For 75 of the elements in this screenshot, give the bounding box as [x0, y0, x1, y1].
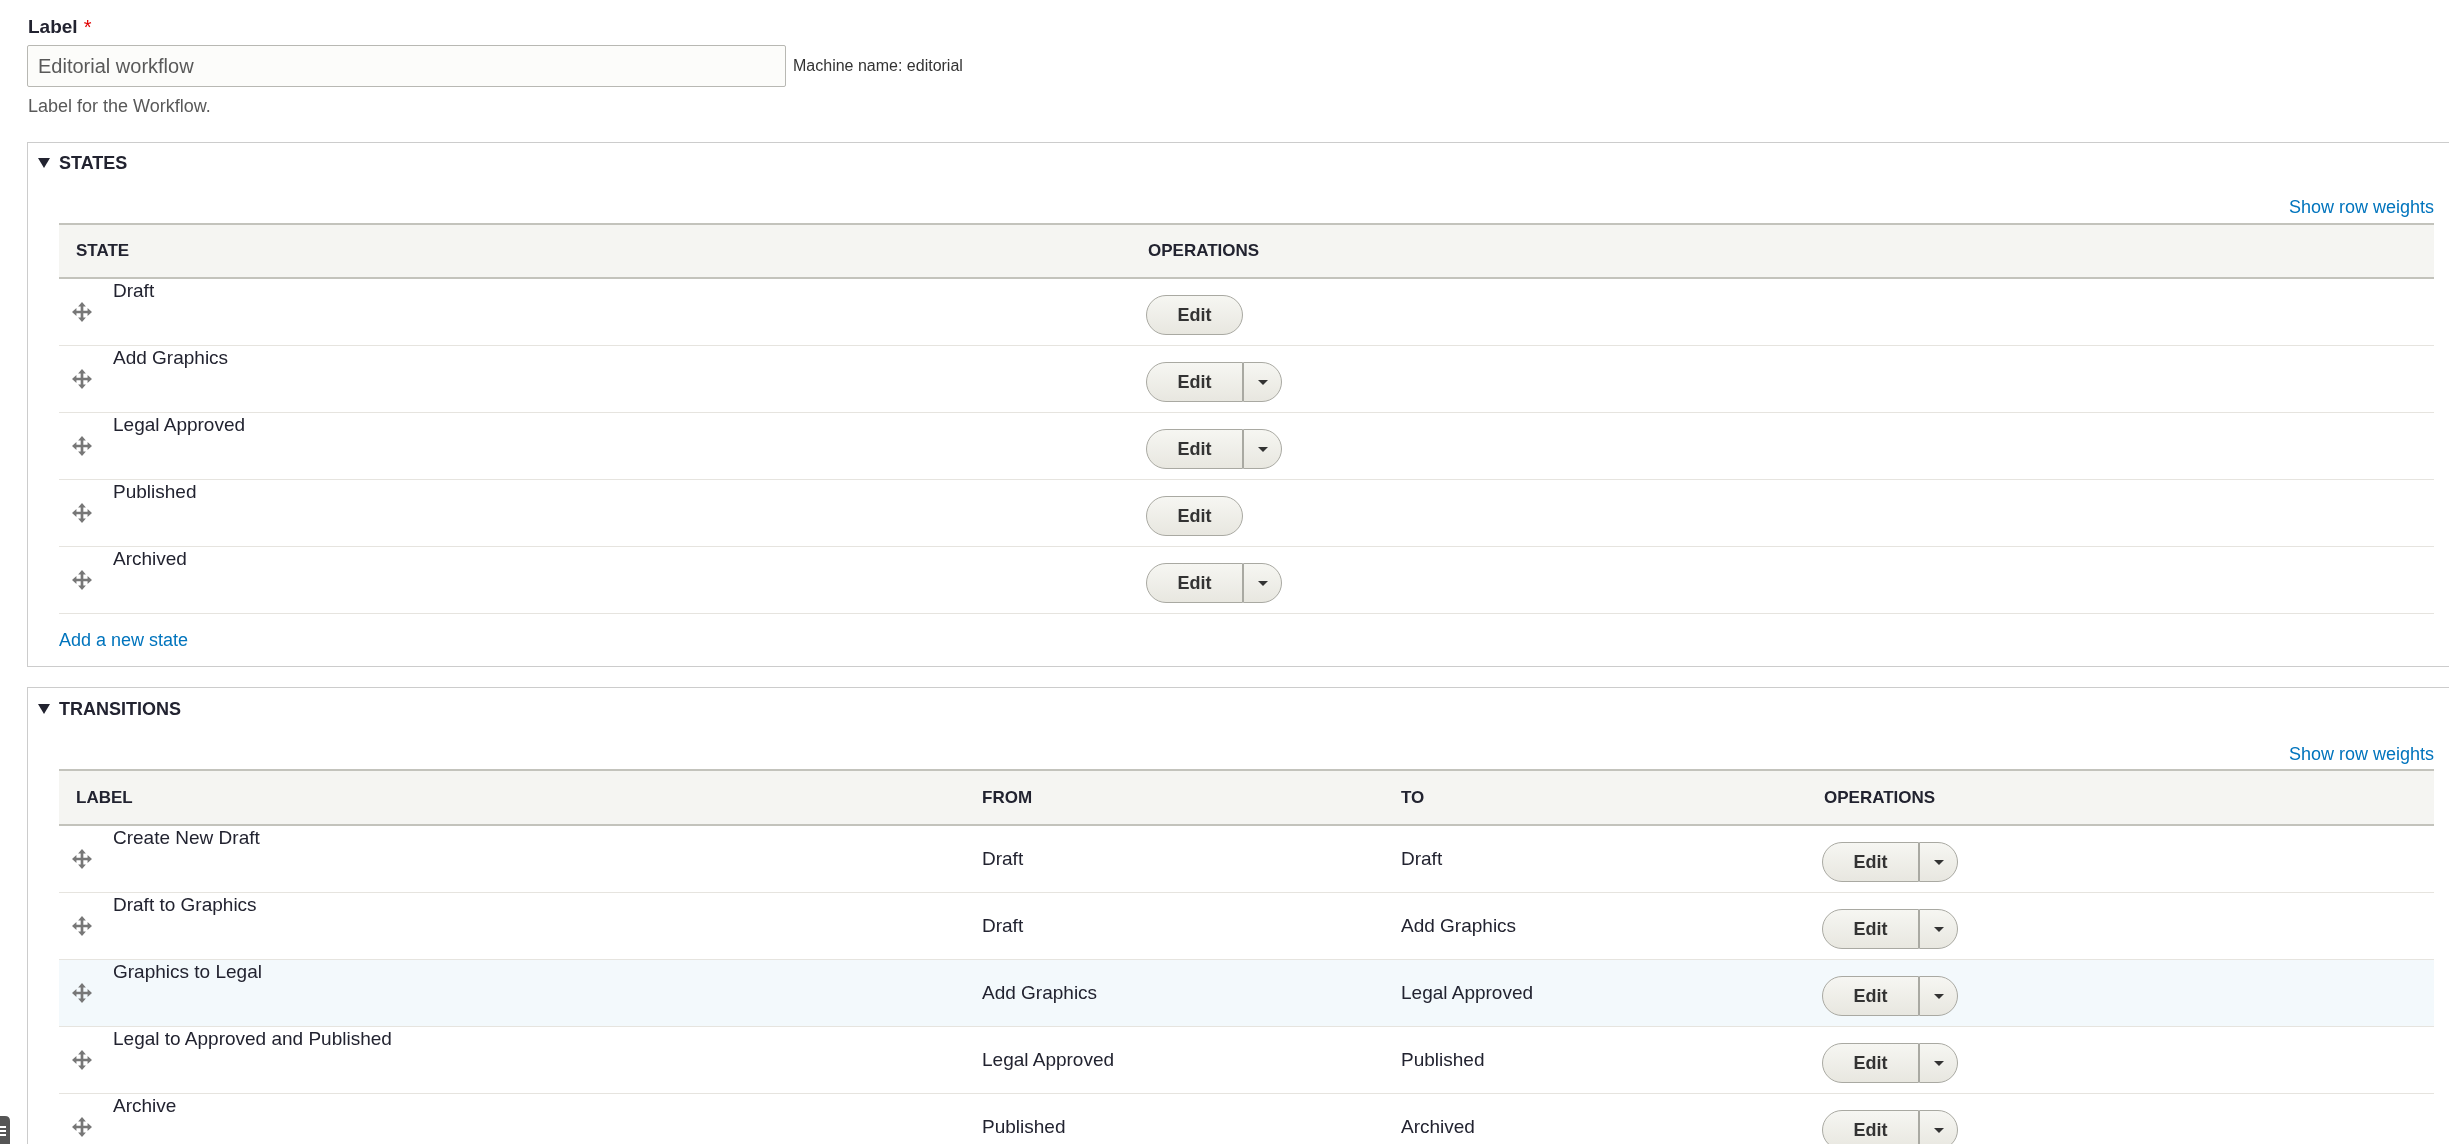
edit-button[interactable]: Edit [1822, 1110, 1919, 1144]
column-header: OPERATIONS [1824, 787, 1936, 807]
edit-button[interactable]: Edit [1146, 563, 1243, 603]
dropdown-toggle[interactable] [1919, 976, 1958, 1016]
to-state: Add Graphics [1401, 914, 1517, 938]
to-state: Legal Approved [1401, 981, 1534, 1005]
edit-button[interactable]: Edit [1822, 842, 1919, 882]
field-label: Label [28, 15, 78, 39]
caret-down-icon [1257, 379, 1268, 385]
column-header: OPERATIONS [1148, 241, 1260, 261]
edit-button[interactable]: Edit [1822, 909, 1919, 949]
edit-button[interactable]: Edit [1822, 1043, 1919, 1083]
dropdown-toggle[interactable] [1919, 909, 1958, 949]
caret-down-icon [1933, 1060, 1944, 1066]
column-header: LABEL [76, 787, 133, 807]
drag-handle-icon[interactable] [72, 302, 92, 322]
field-description: Label for the Workflow. [28, 95, 212, 118]
add-state-link[interactable]: Add a new state [59, 630, 189, 650]
caret-down-icon [1257, 446, 1268, 452]
dropdown-toggle[interactable] [1919, 842, 1958, 882]
drag-handle-icon[interactable] [72, 983, 92, 1003]
triangle-down-icon [38, 158, 50, 168]
fieldset-toggle[interactable]: TRANSITIONS [38, 697, 181, 721]
drag-handle-icon[interactable] [72, 436, 92, 456]
drag-handle-icon[interactable] [72, 570, 92, 590]
transition-label: Graphics to Legal [113, 960, 262, 984]
required-mark: * [83, 15, 92, 39]
label-input[interactable]: Editorial workflow [27, 45, 786, 87]
state-name: Archived [113, 547, 187, 571]
dropdown-toggle[interactable] [1243, 563, 1282, 603]
show-row-weights-link[interactable]: Show row weights [2288, 742, 2434, 766]
state-name: Draft [113, 279, 155, 303]
from-state: Legal Approved [982, 1048, 1115, 1072]
from-state: Published [982, 1115, 1066, 1139]
machine-name: Machine name: editorial [793, 56, 963, 76]
state-name: Legal Approved [113, 413, 246, 437]
state-name: Add Graphics [113, 346, 229, 370]
dropdown-toggle[interactable] [1243, 362, 1282, 402]
edit-button[interactable]: Edit [1146, 496, 1243, 536]
to-state: Draft [1401, 847, 1443, 871]
edge-tab-icon[interactable] [0, 1116, 10, 1144]
column-header: STATE [76, 241, 130, 261]
dropdown-toggle[interactable] [1919, 1110, 1958, 1144]
show-row-weights-link[interactable]: Show row weights [2288, 195, 2434, 219]
from-state: Add Graphics [982, 981, 1098, 1005]
state-name: Published [113, 480, 197, 504]
column-header: FROM [982, 787, 1033, 807]
drag-handle-icon[interactable] [72, 916, 92, 936]
transition-label: Archive [113, 1094, 177, 1118]
drag-handle-icon[interactable] [72, 503, 92, 523]
fieldset-toggle[interactable]: STATES [38, 151, 128, 175]
dropdown-toggle[interactable] [1919, 1043, 1958, 1083]
to-state: Published [1401, 1048, 1485, 1072]
edit-button[interactable]: Edit [1146, 295, 1243, 335]
triangle-down-icon [38, 704, 50, 714]
from-state: Draft [982, 914, 1024, 938]
drag-handle-icon[interactable] [72, 369, 92, 389]
transition-label: Create New Draft [113, 826, 260, 850]
edit-button[interactable]: Edit [1146, 429, 1243, 469]
drag-handle-icon[interactable] [72, 849, 92, 869]
edit-button[interactable]: Edit [1146, 362, 1243, 402]
column-header: TO [1401, 787, 1425, 807]
caret-down-icon [1933, 993, 1944, 999]
edit-button[interactable]: Edit [1822, 976, 1919, 1016]
drag-handle-icon[interactable] [72, 1050, 92, 1070]
transition-label: Legal to Approved and Published [113, 1027, 392, 1051]
caret-down-icon [1933, 859, 1944, 865]
caret-down-icon [1933, 926, 1944, 932]
caret-down-icon [1257, 580, 1268, 586]
transition-label: Draft to Graphics [113, 893, 257, 917]
to-state: Archived [1401, 1115, 1475, 1139]
from-state: Draft [982, 847, 1024, 871]
drag-handle-icon[interactable] [72, 1117, 92, 1137]
caret-down-icon [1933, 1127, 1944, 1133]
dropdown-toggle[interactable] [1243, 429, 1282, 469]
